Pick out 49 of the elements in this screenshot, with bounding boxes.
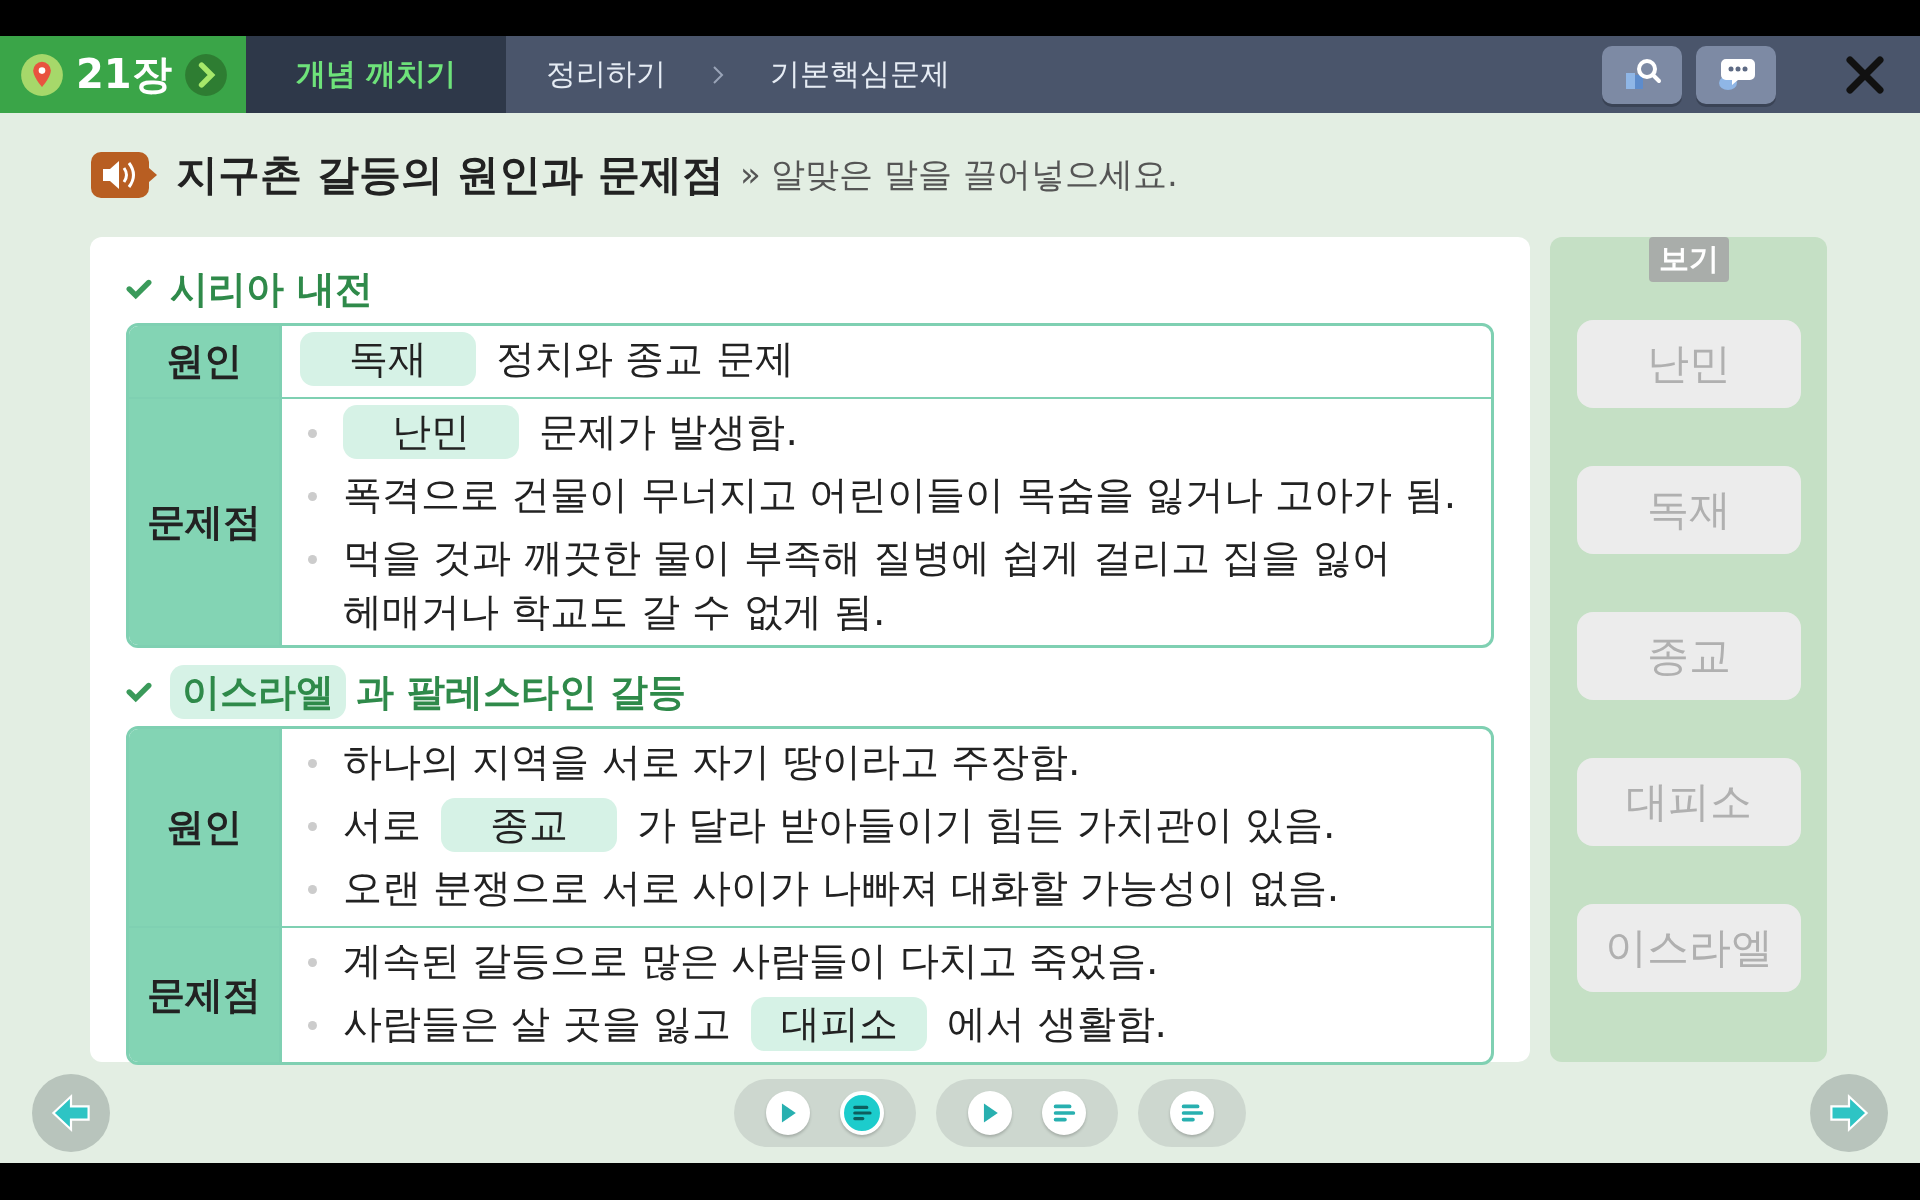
answer-blank[interactable]: 종교 [441, 798, 617, 852]
bullet-icon [308, 958, 317, 967]
table-text: 먹을 것과 깨끗한 물이 부족해 질병에 쉽게 걸리고 집을 잃어 헤매거나 학교도 갈 수 없게 됨. [343, 534, 1392, 636]
row-header: 원인 [129, 326, 282, 397]
bullet-icon [308, 822, 317, 831]
play-button[interactable] [968, 1090, 1012, 1135]
table-text: 계속된 갈등으로 많은 사람들이 다치고 죽었음. [343, 937, 1159, 985]
row-header: 문제점 [129, 928, 282, 1062]
chat-button[interactable] [1696, 45, 1776, 104]
map-pin-icon [20, 52, 64, 97]
bullet-icon [308, 885, 317, 894]
close-icon [1845, 54, 1885, 95]
answer-blank[interactable]: 독재 [300, 332, 476, 386]
table-text: 폭격으로 건물이 무너지고 어린이들이 목숨을 잃거나 고아가 됨. [343, 471, 1457, 519]
row-header: 원인 [129, 729, 282, 926]
answer-blank[interactable]: 대피소 [751, 997, 928, 1051]
play-button[interactable] [766, 1090, 810, 1135]
table-text: 문제가 발생함. [539, 408, 798, 456]
nav-tab[interactable]: 개념 깨치기 [245, 36, 507, 113]
table-text: 사람들은 살 곳을 잃고 [343, 1000, 732, 1048]
table-text: 서로 [343, 801, 421, 849]
instruction-text: » 알맞은 말을 끌어넣으세요. [739, 153, 1178, 196]
chapter-badge[interactable]: 21장 [0, 36, 246, 113]
chevron-right-icon [183, 52, 228, 97]
table-text: 에서 생활함. [947, 1000, 1167, 1048]
table-text: 가 달라 받아들이기 힘든 가치관이 있음. [637, 801, 1336, 849]
check-icon [126, 278, 152, 300]
answer-blank[interactable]: 난민 [343, 405, 519, 459]
bullet-icon [308, 555, 317, 564]
section-title: 과 팔레스타인 갈등 [356, 668, 687, 716]
bullet-icon [308, 492, 317, 501]
answer-blank[interactable]: 이스라엘 [170, 665, 346, 719]
table-text: 하나의 지역을 서로 자기 땅이라고 주장함. [343, 738, 1081, 786]
chevron-right-icon [712, 64, 725, 85]
word-bank-title: 보기 [1648, 237, 1729, 282]
table-text: 오랜 분쟁으로 서로 사이가 나빠져 대화할 가능성이 없음. [343, 864, 1340, 912]
search-button[interactable] [1602, 45, 1682, 104]
nav-tab[interactable]: 기본핵심문제 [730, 36, 991, 113]
bullet-icon [308, 759, 317, 768]
script-button[interactable] [840, 1090, 884, 1135]
nav-tab[interactable]: 정리하기 [506, 36, 707, 113]
lesson-title: 지구촌 갈등의 원인과 문제점 [176, 149, 724, 201]
section-title: 시리아 내전 [170, 265, 374, 313]
bullet-icon [308, 429, 317, 438]
row-header: 문제점 [129, 399, 282, 645]
chapter-label: 21장 [76, 50, 172, 99]
table-text: 정치와 종교 문제 [496, 335, 794, 383]
bullet-icon [308, 1021, 317, 1030]
check-icon [126, 681, 152, 703]
